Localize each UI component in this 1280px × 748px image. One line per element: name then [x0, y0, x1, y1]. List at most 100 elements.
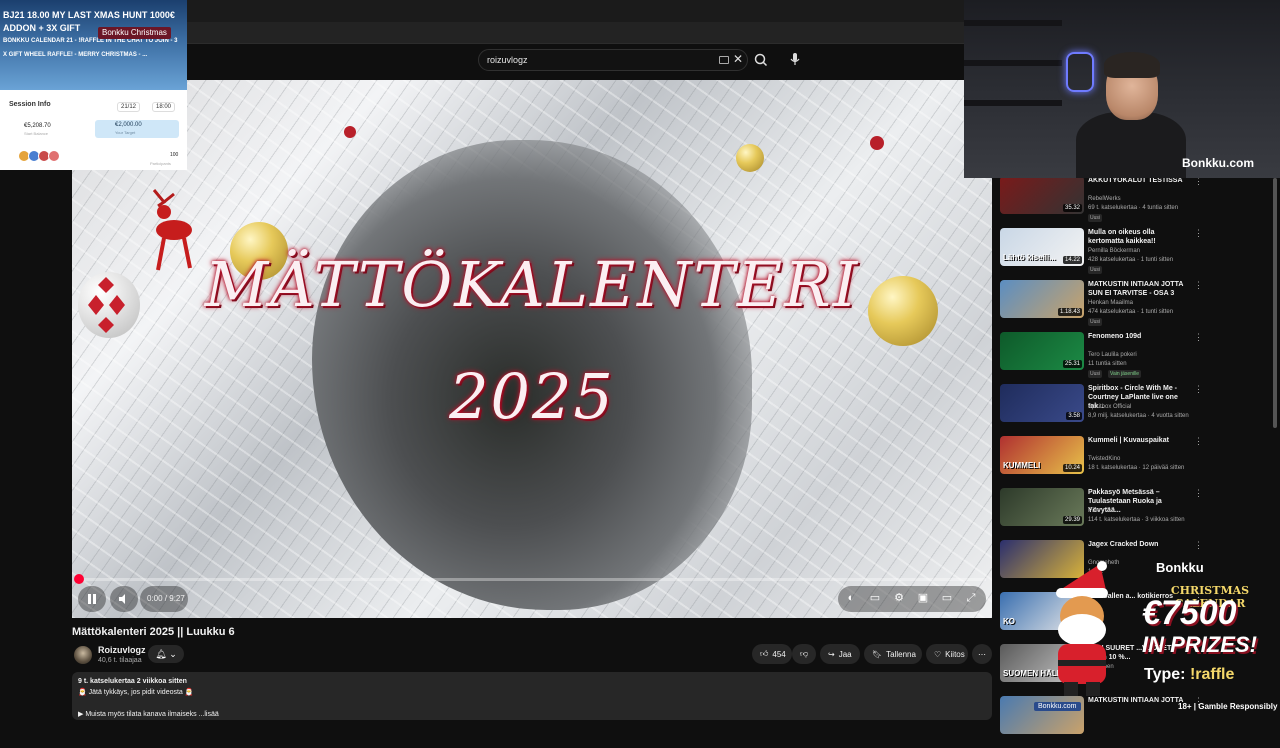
session-info-panel: Session Info 21/12 18:00 €5,208.70 Start…: [0, 90, 187, 170]
duration-badge: 25.31: [1062, 360, 1082, 368]
members-only-badge: Vain jäsenille: [1108, 370, 1142, 378]
keyboard-icon[interactable]: [719, 56, 729, 64]
banner-christmas-tag: Bonkku Christmas: [98, 27, 171, 39]
video-overlay-title: MÄTTÖKALENTERI: [204, 248, 860, 321]
save-icon: 🔖︎: [872, 649, 883, 659]
thanks-icon: ♡: [934, 649, 942, 659]
channel-name[interactable]: Roizuvlogz: [98, 645, 146, 655]
recommendation-title[interactable]: Jagex Cracked Down: [1088, 540, 1188, 549]
recommendation-channel[interactable]: TwistedKino: [1088, 456, 1120, 462]
search-box[interactable]: roizuvlogz ✕: [478, 49, 748, 71]
thumbnail-text: KO: [1003, 617, 1015, 626]
more-icon[interactable]: ⋮: [1194, 332, 1203, 343]
volume-icon: [119, 594, 125, 604]
subtitles-icon[interactable]: ▭: [868, 592, 882, 604]
search-input[interactable]: roizuvlogz: [487, 55, 528, 65]
recommendation-thumbnail[interactable]: 1.18.43: [1000, 280, 1084, 318]
description-text-2: ▶ Muista myös tilata kanava ilmaiseks ..…: [78, 711, 219, 718]
banner-line-2: ADDON + 3X GIFT: [3, 23, 81, 33]
video-title: Mättökalenteri 2025 || Luukku 6: [72, 626, 235, 638]
dislike-button[interactable]: 👎︎: [792, 644, 816, 664]
recommendation-title[interactable]: MATKUSTIN INTIAAN JOTTA SUN EI TARVITSE …: [1088, 280, 1188, 298]
subscribe-bell-button[interactable]: 🔔︎ ⌄: [148, 645, 184, 663]
recommendation-item[interactable]: 35.32 AKKUTYÖKALUT TESTISSA RebelWerks 69 t…: [1000, 176, 1272, 228]
recommendation-channel[interactable]: Pate: [1088, 508, 1100, 514]
recommendation-channel[interactable]: Pernilla Böckerman: [1088, 248, 1140, 254]
bell-icon: 🔔︎: [155, 649, 167, 659]
like-icon: 👍︎: [760, 649, 769, 658]
recommendation-item[interactable]: 29.39 Pakkasyö Metsässä – Tuulastetaan Ru…: [1000, 488, 1272, 540]
promo-type-command: !raffle: [1189, 666, 1235, 683]
session-title: Session Info: [9, 101, 51, 108]
progress-scrubber[interactable]: [74, 574, 84, 584]
recommendation-item[interactable]: KUMMELI 10.24 Kummeli | Kuvauspaikat Twiste…: [1000, 436, 1272, 488]
recommendation-item[interactable]: 25.31 Fenomeno 109d Tero Laulila pokeri 11 …: [1000, 332, 1272, 384]
recommendation-channel[interactable]: RebelWerks: [1088, 196, 1121, 202]
recommendation-meta: 428 katselukertaa · 1 tunti sitten: [1088, 257, 1174, 263]
scrollbar[interactable]: [1273, 178, 1277, 428]
promo-overlay: Bonkku CHRISTMAS CALENDAR €7500 IN PRIZE…: [1140, 556, 1280, 720]
save-button[interactable]: 🔖︎ Tallenna: [864, 644, 922, 664]
recommendation-title[interactable]: Kummeli | Kuvauspaikat: [1088, 436, 1188, 445]
more-icon[interactable]: ⋮: [1194, 488, 1203, 499]
miniplayer-icon[interactable]: ▣: [916, 592, 930, 604]
pause-button[interactable]: [78, 586, 106, 612]
channel-avatar[interactable]: [74, 646, 92, 664]
gold-ornament-top: [736, 144, 764, 172]
shelf: [964, 20, 1062, 26]
more-icon[interactable]: ⋮: [1194, 280, 1203, 291]
settings-icon[interactable]: ⚙: [892, 592, 906, 604]
autoplay-toggle[interactable]: ◐: [844, 592, 858, 604]
shelf: [964, 100, 1062, 106]
promo-type-prefix: Type:: [1144, 666, 1186, 683]
duration-badge: 1.18.43: [1057, 308, 1082, 316]
volume-button[interactable]: [110, 586, 138, 612]
video-player[interactable]: MÄTTÖKALENTERI 2025 0:00 / 9:27 ◐ ▭ ⚙ ▣ …: [72, 80, 992, 618]
more-icon[interactable]: ⋮: [1194, 384, 1203, 395]
recommendation-channel[interactable]: Henkan Maailma: [1088, 300, 1133, 306]
voice-search-button[interactable]: [784, 48, 806, 70]
recommendation-item[interactable]: 3.58 Spiritbox - Circle With Me - Courtne…: [1000, 384, 1272, 436]
promo-brand: Bonkku: [1156, 560, 1204, 575]
chevron-down-icon: ⌄: [169, 649, 177, 659]
more-icon[interactable]: ⋮: [1194, 228, 1203, 239]
share-button[interactable]: ↪ Jaa: [820, 644, 860, 664]
close-icon[interactable]: ✕: [733, 52, 743, 66]
recommendation-thumbnail[interactable]: 3.58: [1000, 384, 1084, 422]
recommendation-thumbnail[interactable]: Lähtö kiseili... 14.22: [1000, 228, 1084, 266]
description-box[interactable]: 9 t. katselukertaa 2 viikkoa sitten 🎅 Jä…: [72, 672, 992, 720]
shelf: [964, 60, 1062, 66]
recommendation-meta: 18 t. katselukertaa · 12 päivää sitten: [1088, 465, 1185, 471]
like-button[interactable]: 👍︎ 454: [752, 644, 792, 664]
recommendation-channel[interactable]: Spiritbox Official: [1088, 404, 1131, 410]
share-icon: ↪: [828, 649, 835, 659]
recommendation-meta: 474 katselukertaa · 1 tunti sitten: [1088, 309, 1174, 315]
recommendation-thumbnail[interactable]: 25.31: [1000, 332, 1084, 370]
recommendation-thumbnail[interactable]: 29.39: [1000, 488, 1084, 526]
recommendation-channel[interactable]: Tero Laulila pokeri: [1088, 352, 1137, 358]
thanks-button[interactable]: ♡ Kiitos: [926, 644, 968, 664]
duration-badge: 14.22: [1062, 256, 1082, 264]
recommendation-meta: 69 t. katselukertaa · 4 tuntia sitten: [1088, 205, 1179, 211]
recommendation-title[interactable]: Fenomeno 109d: [1088, 332, 1188, 341]
more-actions-button[interactable]: ⋯: [972, 644, 992, 664]
recommendation-item[interactable]: 1.18.43 MATKUSTIN INTIAAN JOTTA SUN EI TA…: [1000, 280, 1272, 332]
recommendation-title[interactable]: Mulla on oikeus olla kertomatta kaikkea!…: [1088, 228, 1188, 246]
progress-bar[interactable]: [74, 574, 986, 584]
search-button[interactable]: [750, 49, 772, 71]
stream-banner: BJ21 18.00 MY LAST XMAS HUNT 1000€ ADDON…: [0, 0, 187, 90]
recommendation-thumbnail[interactable]: 35.32: [1000, 176, 1084, 214]
fullscreen-icon[interactable]: ⤢: [964, 592, 978, 604]
save-label: Tallenna: [886, 649, 916, 659]
start-balance: €5,208.70: [24, 123, 51, 129]
recommendation-thumbnail[interactable]: KUMMELI 10.24: [1000, 436, 1084, 474]
theater-icon[interactable]: ▭: [940, 592, 954, 604]
streamer-body: [1076, 112, 1186, 178]
recommendation-item[interactable]: Lähtö kiseili... 14.22 Mulla on oikeus oll…: [1000, 228, 1272, 280]
session-time: 18:00: [152, 102, 176, 112]
recommendation-title[interactable]: Pakkasyö Metsässä – Tuulastetaan Ruoka j…: [1088, 488, 1188, 515]
dislike-icon: 👎︎: [799, 649, 809, 658]
target-value: €2,000.00: [115, 122, 142, 128]
more-icon[interactable]: ⋮: [1194, 436, 1203, 447]
more-icon[interactable]: ⋮: [1194, 540, 1203, 551]
